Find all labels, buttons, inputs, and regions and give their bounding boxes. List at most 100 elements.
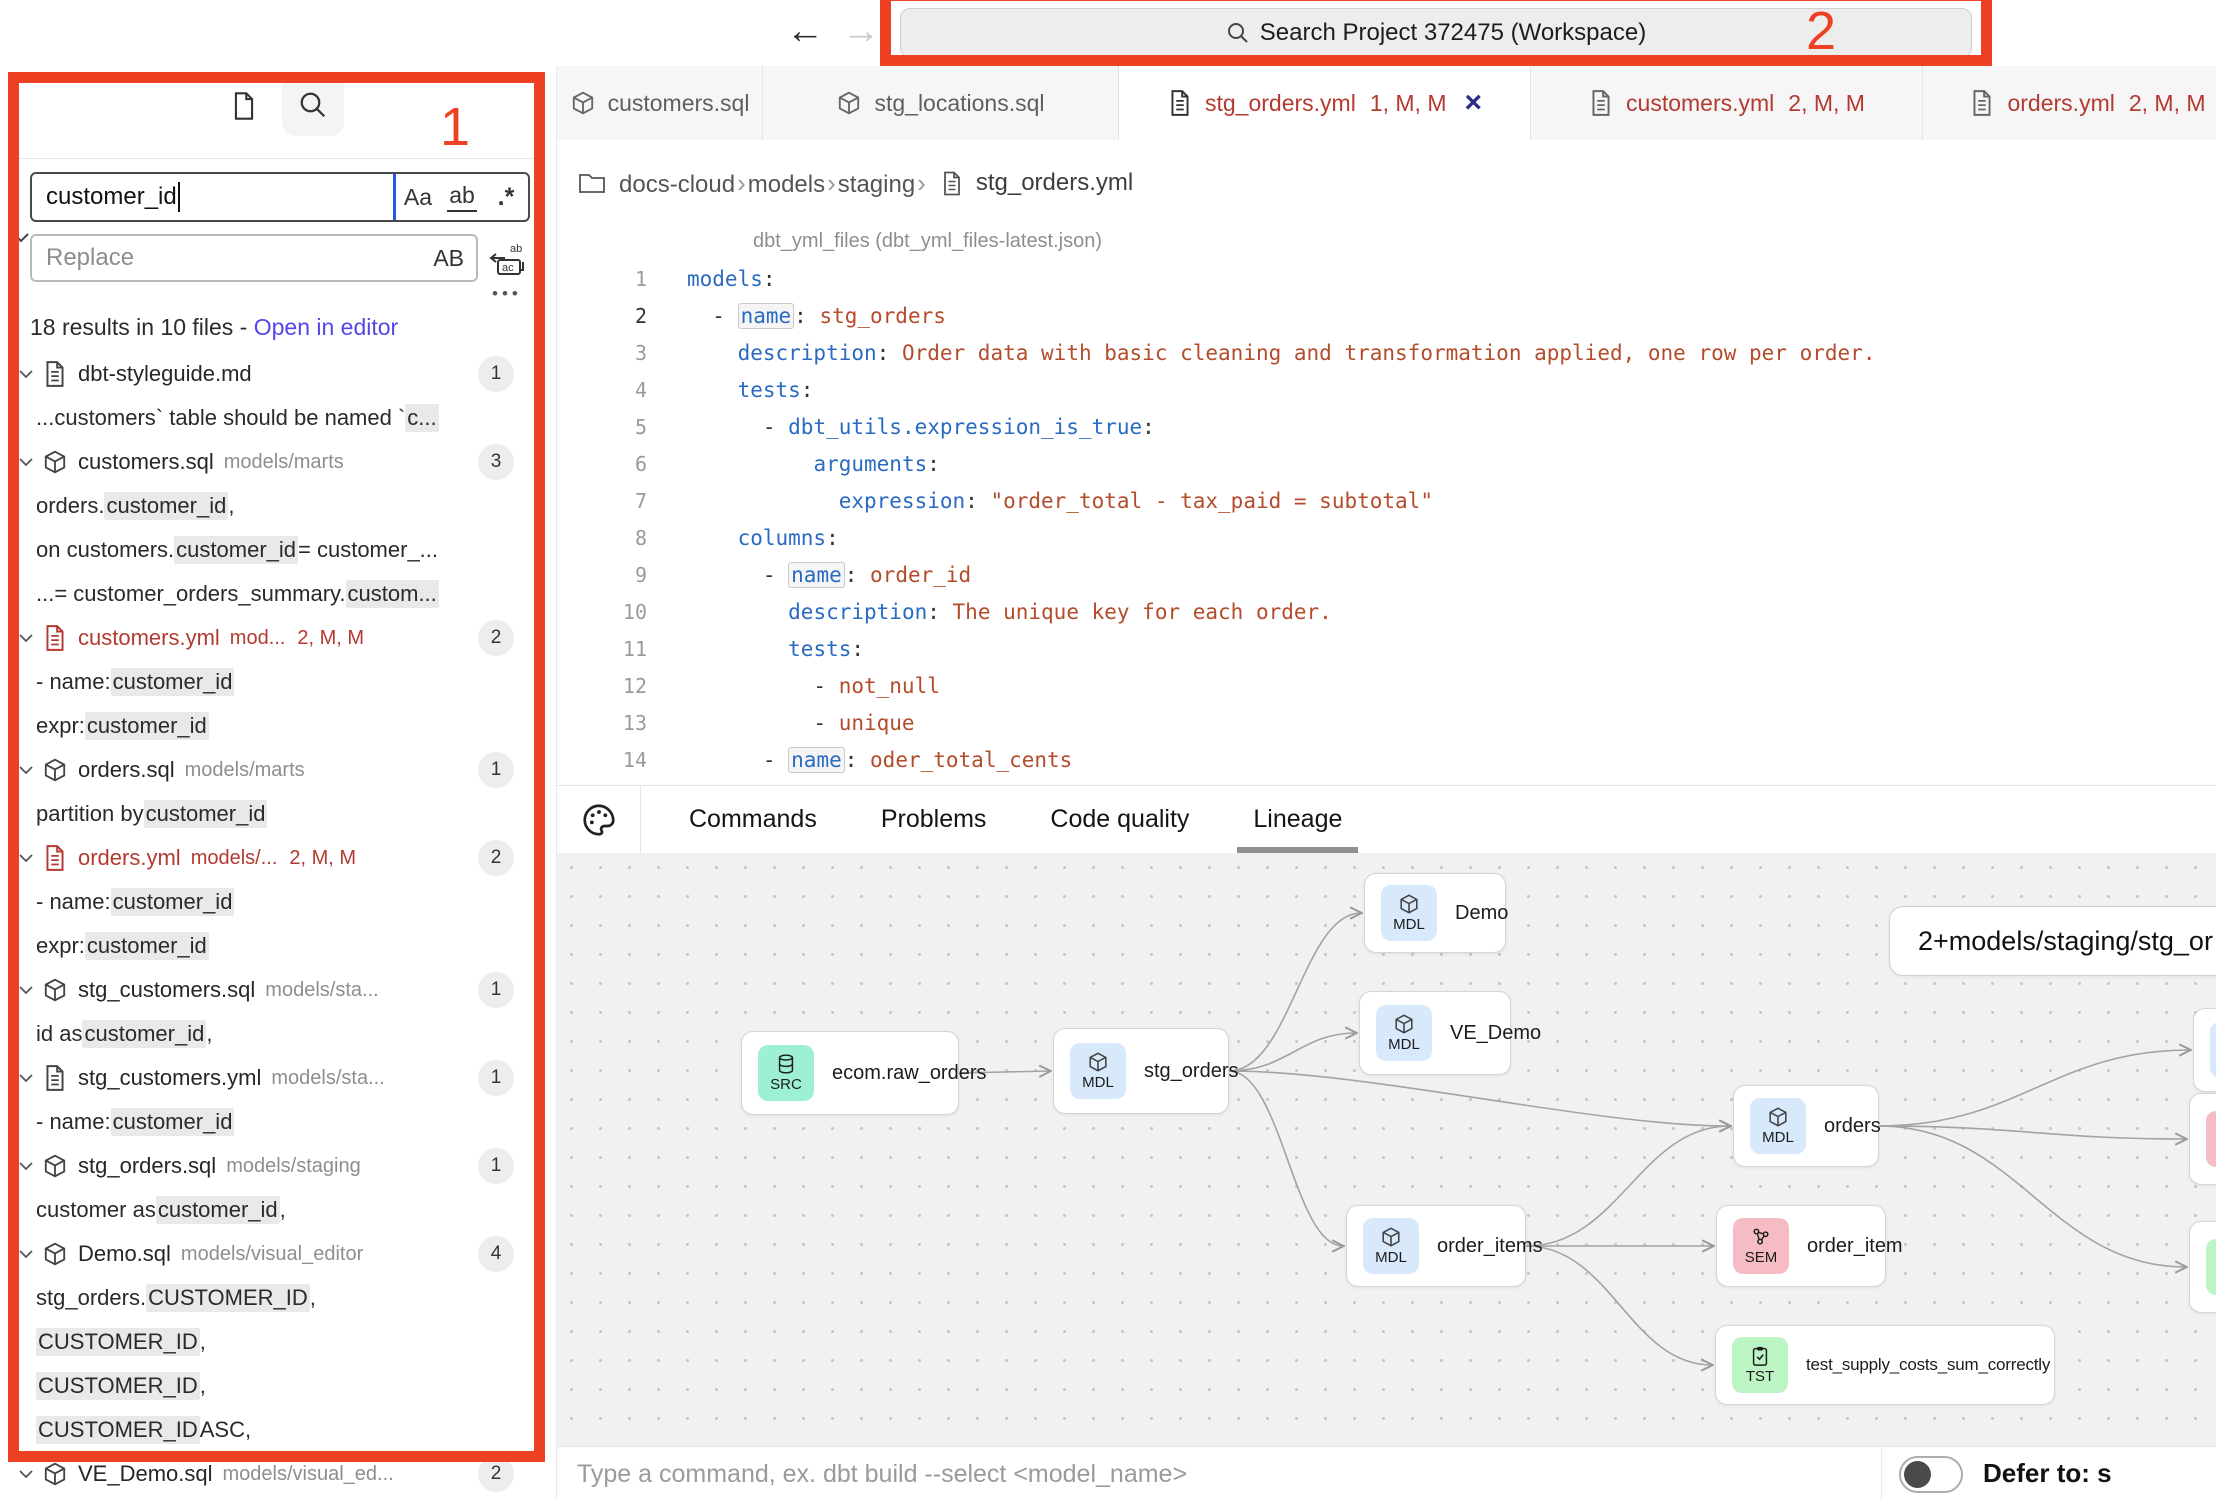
search-result-match[interactable]: CUSTOMER_ID ASC, (0, 1408, 540, 1452)
close-tab-icon[interactable]: × (1464, 88, 1482, 118)
lineage-node-VE_Demo[interactable]: MDLVE_Demo (1359, 991, 1511, 1075)
document-icon (42, 1064, 68, 1092)
search-result-match[interactable]: - name: customer_id (0, 660, 540, 704)
search-result-match[interactable]: CUSTOMER_ID, (0, 1364, 540, 1408)
panel-tab-problems[interactable]: Problems (881, 786, 987, 853)
preserve-case-button[interactable]: AB (433, 245, 464, 272)
lineage-node-test_supply_costs_sum_correctly[interactable]: TSTtest_supply_costs_sum_correctly (1715, 1325, 2055, 1405)
more-actions-button[interactable]: ••• (492, 284, 522, 304)
theme-palette-button[interactable] (557, 786, 641, 853)
search-result-file[interactable]: customers.sqlmodels/marts3 (0, 440, 540, 484)
code-line-11[interactable]: 11 tests: (557, 630, 2216, 667)
chevron-down-icon[interactable] (18, 1073, 34, 1083)
editor-tab-customers.sql[interactable]: customers.sql (557, 66, 763, 140)
lineage-canvas[interactable]: 2+models/staging/stg_or SRCecom.raw_orde… (557, 853, 2216, 1446)
search-panel-button[interactable] (282, 74, 344, 136)
search-result-match[interactable]: expr: customer_id (0, 704, 540, 748)
code-line-8[interactable]: 8 columns: (557, 519, 2216, 556)
search-result-match[interactable]: stg_orders.CUSTOMER_ID, (0, 1276, 540, 1320)
code-line-10[interactable]: 10 description: The unique key for each … (557, 593, 2216, 630)
code-line-3[interactable]: 3 description: Order data with basic cle… (557, 334, 2216, 371)
breadcrumb-item[interactable]: staging (838, 171, 915, 198)
chevron-down-icon[interactable] (18, 985, 34, 995)
panel-tab-commands[interactable]: Commands (689, 786, 817, 853)
search-result-file[interactable]: orders.sqlmodels/marts1 (0, 748, 540, 792)
code-line-2[interactable]: 2 - name: stg_orders (557, 297, 2216, 334)
open-in-editor-link[interactable]: Open in editor (254, 314, 398, 340)
whole-word-button[interactable]: ab (440, 174, 484, 220)
code-line-5[interactable]: 5 - dbt_utils.expression_is_true: (557, 408, 2216, 445)
search-result-match[interactable]: CUSTOMER_ID, (0, 1320, 540, 1364)
divider (19, 158, 535, 159)
lineage-node-stg_orders[interactable]: MDLstg_orders (1053, 1028, 1229, 1114)
back-arrow[interactable]: ← (786, 10, 824, 52)
code-line-1[interactable]: 1models: (557, 260, 2216, 297)
search-result-file[interactable]: stg_customers.ymlmodels/sta...1 (0, 1056, 540, 1100)
search-result-file[interactable]: VE_Demo.sqlmodels/visual_ed...2 (0, 1452, 540, 1496)
search-result-file[interactable]: stg_customers.sqlmodels/sta...1 (0, 968, 540, 1012)
chevron-down-icon[interactable] (18, 853, 34, 863)
breadcrumb[interactable]: docs-cloud›models›staging› stg_orders.ym… (557, 140, 2216, 226)
lineage-node-p_top[interactable]: MDL (2193, 1008, 2216, 1092)
chevron-down-icon[interactable] (18, 1249, 34, 1259)
search-result-match[interactable]: orders.customer_id, (0, 484, 540, 528)
search-result-match[interactable]: - name: customer_id (0, 880, 540, 924)
chevron-down-icon[interactable] (18, 1161, 34, 1171)
command-input[interactable]: Type a command, ex. dbt build --select <… (577, 1460, 1187, 1489)
code-line-14[interactable]: 14 - name: oder_total_cents (557, 741, 2216, 778)
chevron-down-icon[interactable] (18, 633, 34, 643)
project-search-bar[interactable]: Search Project 372475 (Workspace) (900, 8, 1972, 58)
search-result-file[interactable]: dbt-styleguide.md1 (0, 352, 540, 396)
search-result-match[interactable]: ...= customer_orders_summary.custom... (0, 572, 540, 616)
lineage-node-Demo[interactable]: MDLDemo (1364, 873, 1506, 953)
search-result-match[interactable]: - name: customer_id (0, 1100, 540, 1144)
search-result-match[interactable]: expr: customer_id (0, 924, 540, 968)
search-result-file[interactable]: orders.ymlmodels/...2, M, M2 (0, 836, 540, 880)
chevron-down-icon (18, 1161, 34, 1171)
search-result-match[interactable]: customer as customer_id, (0, 1188, 540, 1232)
code-line-4[interactable]: 4 tests: (557, 371, 2216, 408)
chevron-down-icon[interactable] (18, 457, 34, 467)
search-result-file[interactable]: Demo.sqlmodels/visual_editor4 (0, 1232, 540, 1276)
match-case-button[interactable]: Aa (396, 174, 440, 220)
editor-tab-stg_orders.yml[interactable]: stg_orders.yml1, M, M× (1119, 66, 1531, 140)
panel-tab-lineage[interactable]: Lineage (1253, 786, 1342, 853)
lineage-node-order_item[interactable]: SEMorder_item (1716, 1205, 1886, 1287)
code-line-7[interactable]: 7 expression: "order_total - tax_paid = … (557, 482, 2216, 519)
editor-tab-customers.yml[interactable]: customers.yml2, M, M (1531, 66, 1923, 140)
code-line-6[interactable]: 6 arguments: (557, 445, 2216, 482)
search-result-file[interactable]: stg_orders.sqlmodels/staging1 (0, 1144, 540, 1188)
lineage-node-orders[interactable]: MDLorders (1733, 1085, 1879, 1167)
lineage-selector-input[interactable]: 2+models/staging/stg_or (1889, 906, 2216, 976)
replace-all-button[interactable]: ac ab (488, 238, 532, 280)
replace-input[interactable]: Replace (46, 244, 433, 272)
code-line-9[interactable]: 9 - name: order_id (557, 556, 2216, 593)
code-line-12[interactable]: 12 - not_null (557, 667, 2216, 704)
breadcrumb-item[interactable]: models (748, 171, 825, 198)
code-line-13[interactable]: 13 - unique (557, 704, 2216, 741)
search-result-match[interactable]: id as customer_id, (0, 1012, 540, 1056)
lineage-edge-orders-p_low (1879, 1126, 2186, 1267)
files-panel-button[interactable] (218, 80, 270, 132)
regex-button[interactable]: .* (484, 174, 528, 220)
lineage-node-ecom.raw_orders[interactable]: SRCecom.raw_orders (741, 1031, 959, 1115)
lineage-node-p_mid[interactable]: SEM (2189, 1093, 2216, 1185)
editor-tab-stg_locations.sql[interactable]: stg_locations.sql (763, 66, 1119, 140)
search-result-match[interactable]: partition by customer_id (0, 792, 540, 836)
panel-tab-code-quality[interactable]: Code quality (1050, 786, 1189, 853)
search-result-file[interactable]: customers.ymlmod...2, M, M2 (0, 616, 540, 660)
search-result-match[interactable]: on customers.customer_id = customer_... (0, 528, 540, 572)
replace-input-group[interactable]: Replace AB (30, 234, 478, 282)
lineage-edge-order_items-test_supply (1526, 1246, 1712, 1365)
search-input[interactable]: customer_id (32, 174, 393, 220)
defer-toggle[interactable] (1899, 1456, 1963, 1493)
editor-tab-orders.yml[interactable]: orders.yml2, M, M (1923, 66, 2216, 140)
lineage-node-order_items[interactable]: MDLorder_items (1346, 1205, 1526, 1287)
search-result-match[interactable]: ...customers` table should be named `c..… (0, 396, 540, 440)
lineage-node-p_low[interactable]: TST (2189, 1221, 2216, 1313)
chevron-down-icon[interactable] (18, 369, 34, 379)
chevron-down-icon[interactable] (18, 765, 34, 775)
chevron-down-icon[interactable] (18, 1469, 34, 1479)
breadcrumb-item[interactable]: docs-cloud (619, 171, 735, 198)
code-editor[interactable]: dbt_yml_files (dbt_yml_files-latest.json… (557, 226, 2216, 852)
